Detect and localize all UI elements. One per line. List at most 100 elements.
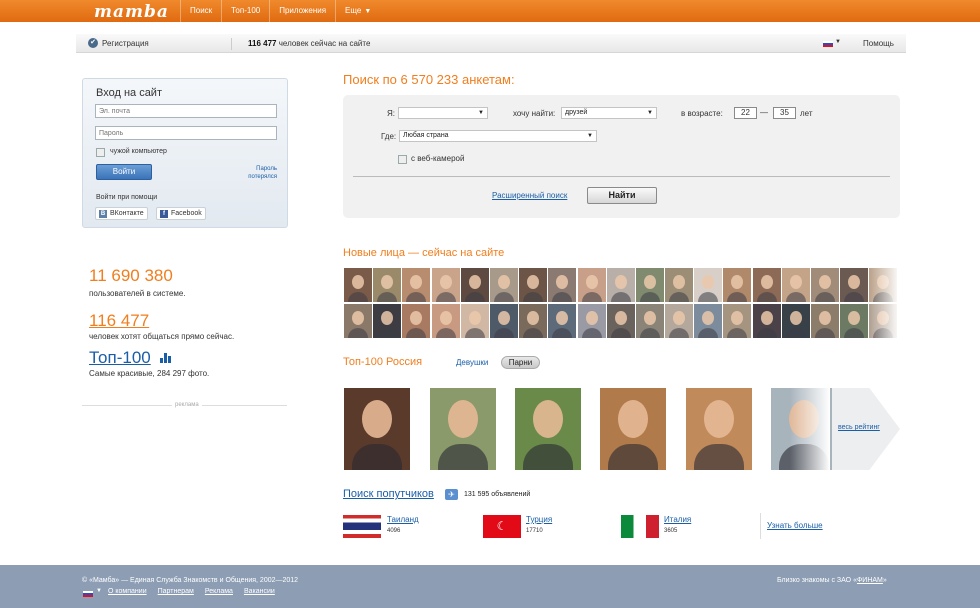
top100-photo[interactable] [430,388,496,470]
face-thumbnail[interactable] [606,268,635,302]
face-thumbnail[interactable] [723,268,752,302]
nav-top100[interactable]: Топ-100 [221,0,269,22]
face-thumbnail[interactable] [548,304,577,338]
face-thumbnail[interactable] [781,304,810,338]
country-italy-count: 3605 [664,528,678,534]
nav-more[interactable]: Еще ▼ [335,0,380,22]
face-thumbnail[interactable] [840,304,869,338]
mamba-logo[interactable]: mamba [94,2,169,22]
facebook-label: Facebook [171,210,202,217]
face-thumbnail[interactable] [665,268,694,302]
me-select[interactable]: ▼ [398,107,488,119]
all-rating-link[interactable]: весь рейтинг [838,424,880,431]
top100-label: Самые красивые, 284 297 фото. [89,369,210,378]
find-button[interactable]: Найти [587,187,657,204]
email-input[interactable] [95,104,277,118]
face-thumbnail[interactable] [431,268,460,302]
face-thumbnail[interactable] [694,268,723,302]
face-thumbnail[interactable] [665,304,694,338]
nav-search[interactable]: Поиск [180,0,221,22]
face-thumbnail[interactable] [548,268,577,302]
face-thumbnail[interactable] [519,304,548,338]
age-label: в возрасте: [681,109,723,118]
age-from-input[interactable]: 22 [734,107,757,119]
face-thumbnail[interactable] [489,304,518,338]
country-thailand-link[interactable]: Таиланд [387,515,419,524]
face-thumbnail[interactable] [344,268,372,302]
advanced-search-link[interactable]: Расширенный поиск [492,191,567,200]
face-thumbnail[interactable] [811,268,839,302]
vkontakte-button[interactable]: B ВКонтакте [95,207,148,220]
russia-flag-icon[interactable] [83,591,93,597]
partner-link[interactable]: ФИНАМ [857,577,883,584]
login-box: Вход на сайт чужой компьютер Войти Парол… [82,78,288,228]
register-link[interactable]: ✔ Регистрация [88,38,149,48]
face-thumbnail[interactable] [635,304,664,338]
face-thumbnail[interactable] [811,304,839,338]
face-thumbnail[interactable] [577,268,606,302]
online-now-label: человек хотят общаться прямо сейчас. [89,332,235,341]
face-thumbnail[interactable] [402,268,431,302]
footer-link-about[interactable]: О компании [108,588,147,595]
footer-link-jobs[interactable]: Вакансии [244,588,275,595]
face-thumbnail[interactable] [577,304,606,338]
country-turkey-count: 17710 [526,528,543,534]
webcam-checkbox[interactable] [398,155,407,164]
top100-photo[interactable] [686,388,752,470]
help-link[interactable]: Помощь [863,39,894,48]
search-divider [353,176,890,177]
chevron-down-icon[interactable]: ▼ [96,588,102,594]
top100-photo[interactable] [344,388,410,470]
online-now-link[interactable]: 116 477 [89,311,149,331]
age-to-input[interactable]: 35 [773,107,796,119]
face-thumbnail[interactable] [723,304,752,338]
foreign-computer-label: чужой компьютер [110,148,167,155]
face-thumbnail[interactable] [460,304,489,338]
face-thumbnail[interactable] [752,304,781,338]
face-thumbnail[interactable] [840,268,869,302]
country-italy-link[interactable]: Италия [664,515,691,524]
partner-text: Близко знакомы с ЗАО «ФИНАМ» [777,577,887,584]
login-via-label: Войти при помощи [96,194,158,201]
find-select[interactable]: друзей ▼ [561,107,657,119]
top100-link[interactable]: Топ-100 [89,348,151,368]
face-thumbnail[interactable] [489,268,518,302]
bar-chart-icon [160,353,172,363]
learn-more-link[interactable]: Узнать больше [767,521,823,530]
thailand-flag-icon[interactable] [343,515,381,538]
where-select[interactable]: Любая страна ▼ [399,130,597,142]
face-thumbnail[interactable] [635,268,664,302]
sub-bar: ✔ Регистрация 116 477 человек сейчас на … [76,34,906,53]
russia-flag-icon[interactable] [823,41,833,47]
footer-link-partners[interactable]: Партнерам [158,588,194,595]
search-title: Поиск по 6 570 233 анкетам: [343,72,515,87]
face-thumbnail[interactable] [694,304,723,338]
face-thumbnail[interactable] [752,268,781,302]
chevron-down-icon[interactable]: ▼ [835,39,841,45]
face-thumbnail[interactable] [373,304,402,338]
face-thumbnail[interactable] [606,304,635,338]
tab-girls[interactable]: Девушки [456,358,488,367]
face-thumbnail[interactable] [344,304,372,338]
italy-flag-icon[interactable] [621,515,659,538]
face-thumbnail[interactable] [431,304,460,338]
login-button[interactable]: Войти [96,164,152,180]
facebook-button[interactable]: f Facebook [156,207,206,220]
password-input[interactable] [95,126,277,140]
chevron-down-icon: ▼ [647,110,653,116]
lost-password-link[interactable]: Пароль потерялся [235,165,277,181]
top100-photo[interactable] [600,388,666,470]
tab-boys[interactable]: Парни [501,356,540,369]
footer-link-ads[interactable]: Реклама [205,588,233,595]
travel-search-link[interactable]: Поиск попутчиков [343,488,434,500]
face-thumbnail[interactable] [519,268,548,302]
face-thumbnail[interactable] [373,268,402,302]
face-thumbnail[interactable] [402,304,431,338]
top100-photo[interactable] [515,388,581,470]
face-thumbnail[interactable] [460,268,489,302]
face-thumbnail[interactable] [781,268,810,302]
turkey-flag-icon[interactable]: ☾ [483,515,521,538]
nav-apps[interactable]: Приложения [269,0,335,22]
country-turkey-link[interactable]: Турция [526,515,552,524]
foreign-computer-checkbox[interactable] [96,148,105,157]
